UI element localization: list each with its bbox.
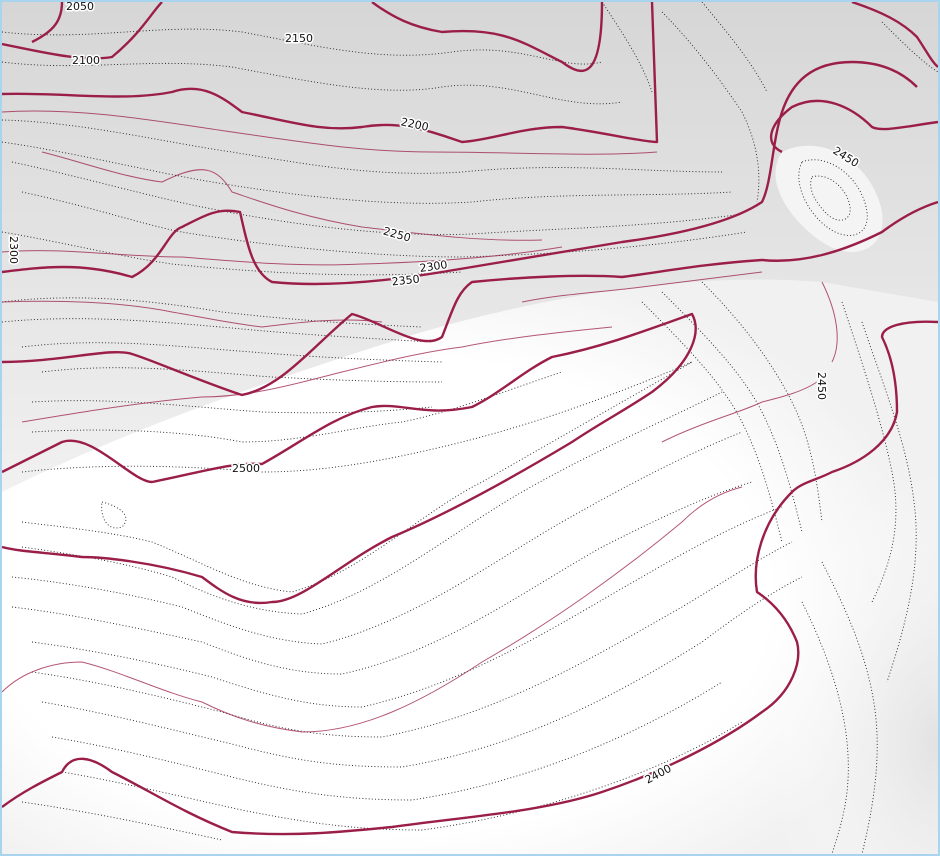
contour-label-2300-west: 2300 [7, 236, 20, 264]
topographic-map[interactable]: 2050 2100 2150 2200 2250 2300 2350 2300 … [0, 0, 940, 856]
contour-label-2500: 2500 [232, 462, 260, 475]
contour-label-2100: 2100 [72, 54, 100, 67]
contour-label-2150: 2150 [285, 32, 313, 45]
contour-label-2050: 2050 [66, 2, 94, 13]
hillshade [2, 2, 938, 854]
map-canvas[interactable]: 2050 2100 2150 2200 2250 2300 2350 2300 … [2, 2, 938, 854]
contour-label-2450-east: 2450 [815, 372, 828, 400]
